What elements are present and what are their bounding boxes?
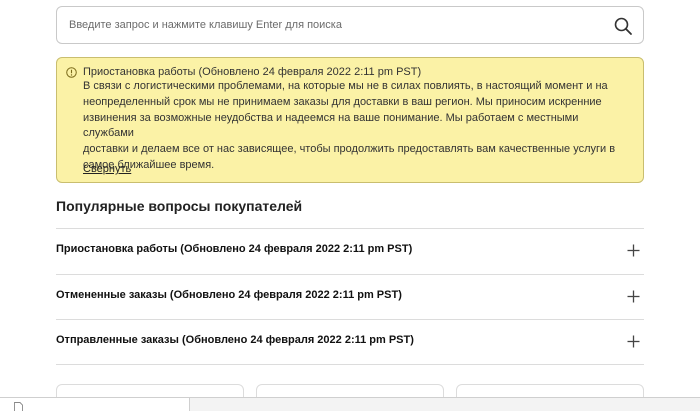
- bottom-bar: [0, 397, 700, 411]
- plus-icon[interactable]: [627, 290, 640, 303]
- search-box[interactable]: [56, 6, 644, 44]
- collapse-link[interactable]: Свернуть: [83, 163, 131, 175]
- suspension-notice: Приостановка работы (Обновлено 24 феврал…: [56, 57, 644, 183]
- info-icon: [66, 67, 77, 78]
- faq-item-shipped-orders[interactable]: Отправленные заказы (Обновлено 24 феврал…: [56, 319, 644, 365]
- faq-item-suspension[interactable]: Приостановка работы (Обновлено 24 феврал…: [56, 228, 644, 274]
- plus-icon[interactable]: [627, 335, 640, 348]
- notice-title: Приостановка работы (Обновлено 24 феврал…: [83, 66, 422, 78]
- notice-line: извинения за возможные неудобства и наде…: [83, 111, 579, 140]
- faq-item-label: Отправленные заказы (Обновлено 24 феврал…: [56, 334, 414, 346]
- divider: [56, 364, 644, 365]
- faq-item-label: Отмененные заказы (Обновлено 24 февраля …: [56, 289, 402, 301]
- notice-line: доставки и делаем все от нас зависящее, …: [83, 143, 616, 156]
- faq-item-cancelled-orders[interactable]: Отмененные заказы (Обновлено 24 февраля …: [56, 274, 644, 320]
- notice-line: В связи с логистическими проблемами, на …: [83, 80, 608, 92]
- search-icon[interactable]: [613, 16, 633, 36]
- faq-item-label: Приостановка работы (Обновлено 24 феврал…: [56, 243, 413, 255]
- bottom-tab[interactable]: [0, 398, 190, 411]
- notice-body: В связи с логистическими проблемами, на …: [83, 79, 628, 174]
- plus-icon[interactable]: [627, 244, 640, 257]
- document-icon: [14, 402, 23, 411]
- notice-line: самое ближайшее время.: [83, 158, 215, 171]
- notice-line: неопределенный срок мы не принимаем зака…: [83, 95, 602, 108]
- faq-section-title: Популярные вопросы покупателей: [56, 198, 303, 214]
- search-input[interactable]: [57, 7, 597, 43]
